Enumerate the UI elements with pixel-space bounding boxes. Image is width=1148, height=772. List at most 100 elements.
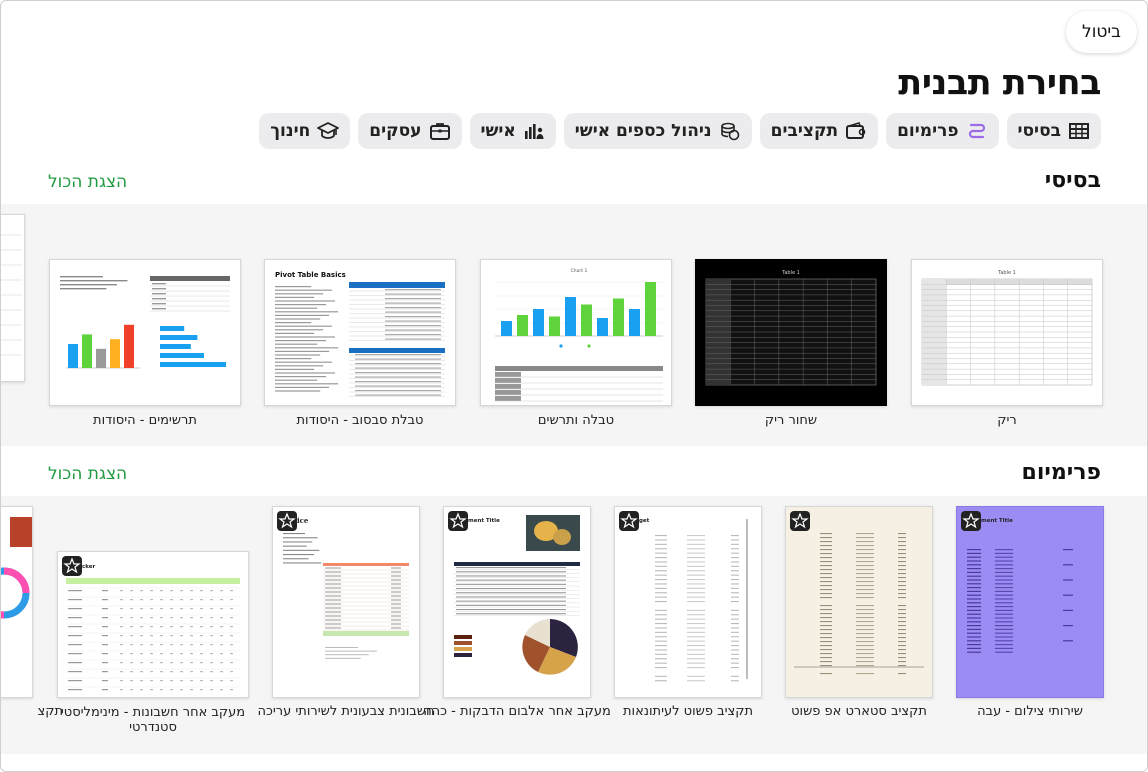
category-education[interactable]: חינוך xyxy=(259,113,351,149)
thumb-mark xyxy=(655,565,667,567)
template-card-photo-services[interactable]: ment Title שירותי צילום - עבה xyxy=(956,506,1104,736)
thumb-mark xyxy=(856,641,874,643)
star-icon xyxy=(278,512,296,529)
thumb-mark xyxy=(68,590,82,592)
thumb-mark xyxy=(68,617,82,619)
thumb-mark xyxy=(856,541,874,543)
thumb-mark xyxy=(230,635,233,637)
thumb-mark xyxy=(820,561,832,563)
thumb-mark xyxy=(230,617,233,619)
thumb-title: ice xyxy=(297,516,309,525)
thumb-mark xyxy=(995,640,1013,642)
category-label: תקציבים xyxy=(770,121,839,141)
thumb-mark xyxy=(160,353,204,358)
thumb-mark xyxy=(495,390,521,395)
thumb-mark xyxy=(898,665,906,667)
thumb-mark xyxy=(275,296,315,298)
category-business[interactable]: עסקים xyxy=(358,113,462,149)
thumb-mark xyxy=(355,390,441,392)
thumb-mark xyxy=(180,590,183,592)
thumb-mark xyxy=(275,390,321,392)
thumb-mark xyxy=(180,617,183,619)
thumb-mark xyxy=(731,631,739,633)
thumb-mark xyxy=(967,651,981,653)
thumb-mark xyxy=(160,590,163,592)
category-basic[interactable]: בסיסי xyxy=(1006,113,1101,149)
thumb-mark xyxy=(820,617,832,619)
template-card-startup-budget[interactable]: תקציב סטארט אפ פשוט xyxy=(785,506,933,736)
thumb-mark xyxy=(275,376,327,378)
thumb-mark xyxy=(454,598,580,599)
thumb-mark xyxy=(152,298,166,300)
thumb-mark xyxy=(180,653,183,655)
thumb-mark xyxy=(325,647,358,648)
template-card-pivot-table-basics[interactable]: Pivot Table Basics טבלת סבסוב - היסודות xyxy=(264,259,456,439)
category-label: ניהול כספים אישי xyxy=(574,121,712,141)
thumb-mark xyxy=(820,625,832,627)
thumb-mark xyxy=(731,675,739,677)
thumb-mark xyxy=(355,381,441,383)
thumb-mark xyxy=(898,673,906,675)
thumb-mark xyxy=(220,662,223,664)
thumb-mark xyxy=(110,339,120,368)
thumb-mark xyxy=(200,680,203,682)
thumb-mark xyxy=(391,619,401,621)
premium-icon xyxy=(968,123,985,139)
template-card-partial[interactable]: תקצ xyxy=(1,506,63,736)
template-card-partial[interactable] xyxy=(1,214,25,406)
show-all-premium-link[interactable]: הצגת הכול xyxy=(48,464,127,484)
thumb-mark xyxy=(120,671,123,673)
template-thumbnail xyxy=(49,259,241,406)
thumb-mark xyxy=(731,645,739,647)
thumb-mark xyxy=(731,579,739,581)
template-thumbnail: get xyxy=(614,506,762,698)
thumb-mark xyxy=(180,671,183,673)
category-personal-finance[interactable]: ניהול כספים אישי xyxy=(563,113,752,149)
template-card-blank-black[interactable]: Table 1 שחור ריק xyxy=(695,259,887,439)
thumb-mark xyxy=(60,284,117,286)
template-card-bill-tracker[interactable]: cker מעקב אחר חשבונות - מינימליסטי סטנדר… xyxy=(57,551,249,736)
thumb-mark xyxy=(456,579,566,581)
thumb-mark xyxy=(995,632,1013,634)
category-budgets[interactable]: תקציבים xyxy=(759,113,879,149)
category-personal[interactable]: אישי xyxy=(469,113,556,149)
thumb-mark xyxy=(731,649,739,651)
template-card-table-and-chart[interactable]: Chart 1 טבלה ותרשים xyxy=(480,259,672,439)
category-premium[interactable]: פרימיום xyxy=(886,113,999,149)
thumb-mark xyxy=(687,631,705,633)
template-card-colorful-invoice[interactable]: ice חשבונית צבעונית לשירותי עריכה xyxy=(258,506,434,736)
thumb-mark xyxy=(655,627,667,629)
thumb-mark xyxy=(275,314,330,316)
thumb-mark xyxy=(140,599,143,601)
thumb-mark xyxy=(391,607,401,609)
thumb-mark xyxy=(820,585,832,587)
cancel-button[interactable]: ביטול xyxy=(1066,11,1137,53)
thumb-mark xyxy=(190,635,193,637)
template-card-charts-basics[interactable]: תרשימים - היסודות xyxy=(49,259,241,439)
thumb-mark xyxy=(820,641,832,643)
thumb-mark xyxy=(856,553,874,555)
thumb-mark xyxy=(967,598,981,600)
thumb-mark xyxy=(995,609,1013,611)
template-card-blank[interactable]: Table 1 ריק xyxy=(911,259,1103,439)
thumb-mark xyxy=(283,554,314,556)
thumb-mark xyxy=(456,571,566,573)
thumb-mark xyxy=(655,618,667,620)
thumb-mark xyxy=(130,671,133,673)
thumb-mark xyxy=(995,628,1013,630)
thumb-mark xyxy=(731,596,739,598)
thumb-mark xyxy=(967,587,981,589)
thumb-mark xyxy=(856,569,874,571)
template-card-journalism-budget[interactable]: get תקציב פשוט לעיתונאות xyxy=(614,506,762,736)
template-card-sticker-album[interactable]: ment Title מעקב אחר אלבום הדבקות - כהה xyxy=(423,506,611,736)
thumb-mark xyxy=(140,671,143,673)
show-all-basic-link[interactable]: הצגת הכול xyxy=(48,172,127,192)
thumb-mark xyxy=(283,549,320,551)
thumb-mark xyxy=(130,590,133,592)
thumb-mark xyxy=(454,611,580,612)
thumb-mark xyxy=(533,309,544,336)
thumb-mark xyxy=(120,689,123,691)
thumb-mark xyxy=(856,581,874,583)
thumb-mark xyxy=(68,680,82,682)
thumb-mark xyxy=(995,594,1013,596)
